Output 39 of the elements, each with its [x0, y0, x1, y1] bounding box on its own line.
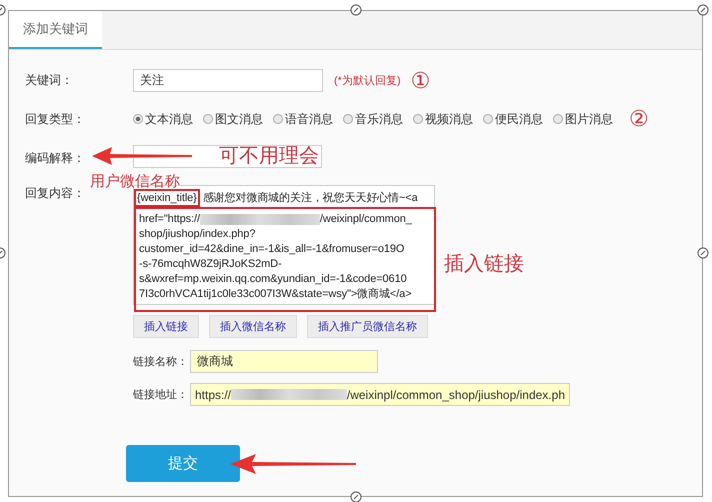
- reply-type-label: 回复类型：: [25, 110, 86, 128]
- link-address-label: 链接地址：: [133, 388, 189, 402]
- annotation-text: 插入链接: [444, 252, 524, 277]
- keyword-field[interactable]: 关注: [133, 69, 323, 92]
- resize-handle-icon[interactable]: [350, 4, 362, 16]
- resize-handle-icon[interactable]: [350, 491, 362, 502]
- radio-icon[interactable]: [413, 114, 423, 124]
- tab[interactable]: 添加关键词: [9, 11, 102, 49]
- radio-icon[interactable]: [133, 114, 143, 124]
- radio-icon[interactable]: [203, 114, 213, 124]
- radio-option[interactable]: 语音消息: [273, 110, 333, 128]
- resize-handle-icon[interactable]: [697, 247, 709, 259]
- radio-option[interactable]: 便民消息: [483, 110, 543, 128]
- default-reply-hint: (*为默认回复): [334, 74, 401, 88]
- radio-icon[interactable]: [273, 114, 283, 124]
- highlighted-name-token: {weixin_title}: [134, 189, 200, 207]
- resize-handle-icon[interactable]: [697, 4, 709, 16]
- link-name-label: 链接名称：: [133, 354, 189, 369]
- keyword-label: 关键词：: [25, 72, 74, 89]
- encoding-label: 编码解释：: [25, 150, 86, 166]
- link-address-field[interactable]: https:// /weixinpl/common_shop/jiushop/index.ph: [190, 383, 570, 406]
- radio-option[interactable]: 图片消息: [553, 110, 613, 128]
- radio-option[interactable]: 图文消息: [203, 110, 263, 128]
- reply-content-label: 回复内容：: [25, 185, 86, 202]
- arrow-icon: [92, 146, 192, 166]
- insert-button[interactable]: 插入推广员微信名称: [307, 315, 428, 338]
- step-number: ②: [629, 108, 649, 130]
- encoding-field[interactable]: 可不用理会: [133, 145, 322, 168]
- radio-icon[interactable]: [553, 114, 563, 124]
- radio-option[interactable]: 音乐消息: [343, 110, 403, 128]
- radio-icon[interactable]: [483, 114, 493, 124]
- insert-button[interactable]: 插入微信名称: [209, 315, 297, 338]
- link-name-field[interactable]: 微商城: [190, 350, 378, 373]
- step-number: ①: [410, 70, 430, 92]
- radio-option[interactable]: 文本消息: [133, 110, 193, 128]
- radio-icon[interactable]: [343, 114, 353, 124]
- radio-option[interactable]: 视频消息: [413, 110, 473, 128]
- arrow-icon: [230, 453, 356, 475]
- insert-button[interactable]: 插入链接: [133, 315, 199, 338]
